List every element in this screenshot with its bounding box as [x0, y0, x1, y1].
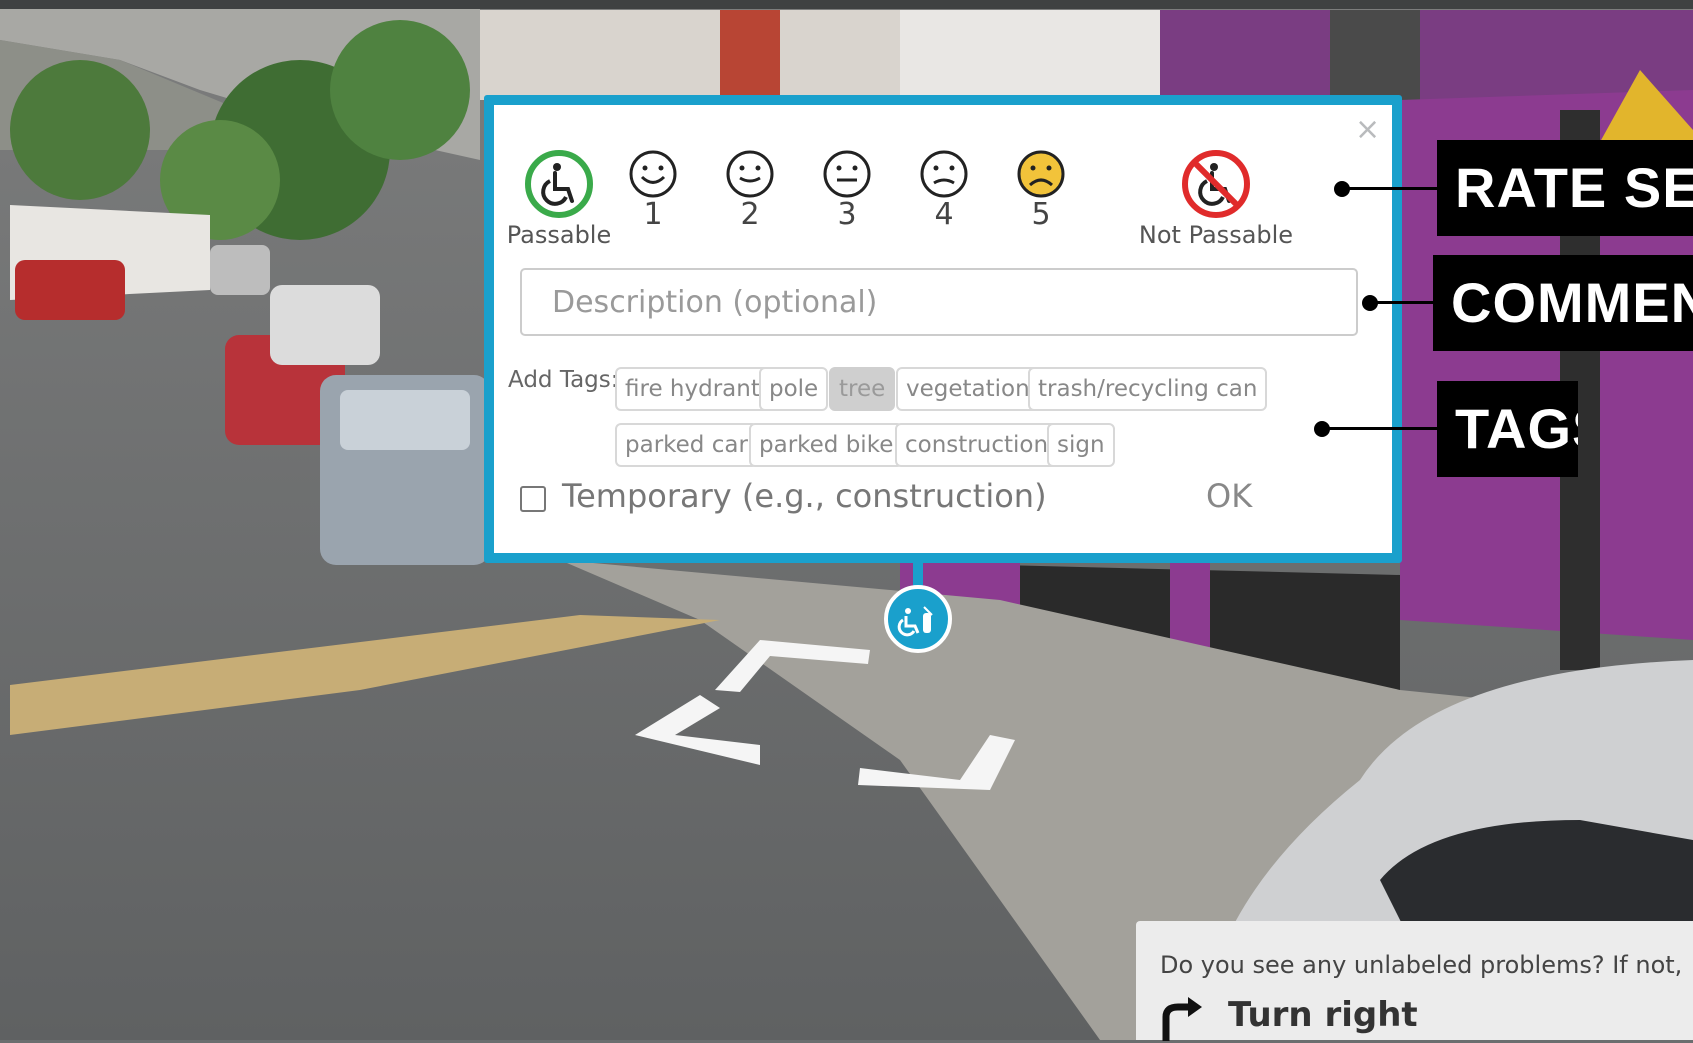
severity-level-label: 4	[934, 197, 954, 232]
frown-face-icon	[920, 150, 968, 198]
wheelchair-icon	[525, 150, 593, 218]
tag-construction[interactable]: construction	[895, 423, 1059, 467]
tag-vegetation[interactable]: vegetation	[896, 367, 1040, 411]
tag-fire-hydrant[interactable]: fire hydrant	[615, 367, 770, 411]
neutral-face-icon	[823, 150, 871, 198]
description-input[interactable]	[520, 268, 1358, 336]
tag-sign[interactable]: sign	[1047, 423, 1115, 467]
callout-line-tags	[1322, 427, 1437, 430]
ok-button[interactable]: OK	[1206, 477, 1252, 515]
temporary-checkbox[interactable]	[520, 486, 546, 512]
callout-rate-severity: RATE SEVER	[1437, 140, 1693, 236]
unlabeled-problems-question: Do you see any unlabeled problems? If no…	[1160, 951, 1683, 979]
navigation-prompt: Do you see any unlabeled problems? If no…	[1136, 921, 1693, 1041]
severity-level-2[interactable]: 2	[722, 149, 778, 231]
severity-level-label: 1	[643, 197, 663, 232]
label-severity-popup: × Passable 1 2 3 4 5 Not Passable Descri…	[484, 95, 1402, 563]
severity-level-label: 5	[1031, 197, 1051, 232]
tag-pole[interactable]: pole	[759, 367, 829, 411]
turn-right-arrow-icon	[1162, 997, 1202, 1041]
smiley-face-icon	[726, 150, 774, 198]
callout-line-severity	[1342, 187, 1437, 190]
callout-line-comments	[1370, 301, 1433, 304]
severity-not-passable[interactable]: Not Passable	[1136, 149, 1296, 249]
severity-passable[interactable]: Passable	[504, 149, 614, 249]
callout-tags: TAGS	[1437, 381, 1578, 477]
severity-level-4[interactable]: 4	[916, 149, 972, 231]
temporary-label: Temporary (e.g., construction)	[562, 477, 1047, 515]
severity-level-1[interactable]: 1	[625, 149, 681, 231]
turn-right-button[interactable]: Turn right	[1228, 995, 1418, 1035]
passable-label: Passable	[506, 221, 612, 249]
no-wheelchair-pin-icon	[897, 606, 933, 637]
not-passable-label: Not Passable	[1138, 221, 1294, 249]
close-icon[interactable]: ×	[1355, 115, 1380, 145]
sad-face-icon	[1017, 150, 1065, 198]
tag-parked-bike[interactable]: parked bike	[749, 423, 904, 467]
tag-parked-car[interactable]: parked car	[615, 423, 758, 467]
label-pin-icon[interactable]	[884, 585, 952, 653]
no-wheelchair-icon	[1182, 150, 1250, 218]
add-tags-label: Add Tags:	[508, 367, 619, 393]
callout-comments: COMMENTS	[1433, 255, 1693, 351]
smiley-face-icon	[629, 150, 677, 198]
tag-tree[interactable]: tree	[829, 367, 896, 411]
severity-level-3[interactable]: 3	[819, 149, 875, 231]
severity-level-label: 3	[837, 197, 857, 232]
severity-level-label: 2	[740, 197, 760, 232]
tag-trash-recycling-can[interactable]: trash/recycling can	[1028, 367, 1268, 411]
severity-level-5[interactable]: 5	[1013, 149, 1069, 231]
